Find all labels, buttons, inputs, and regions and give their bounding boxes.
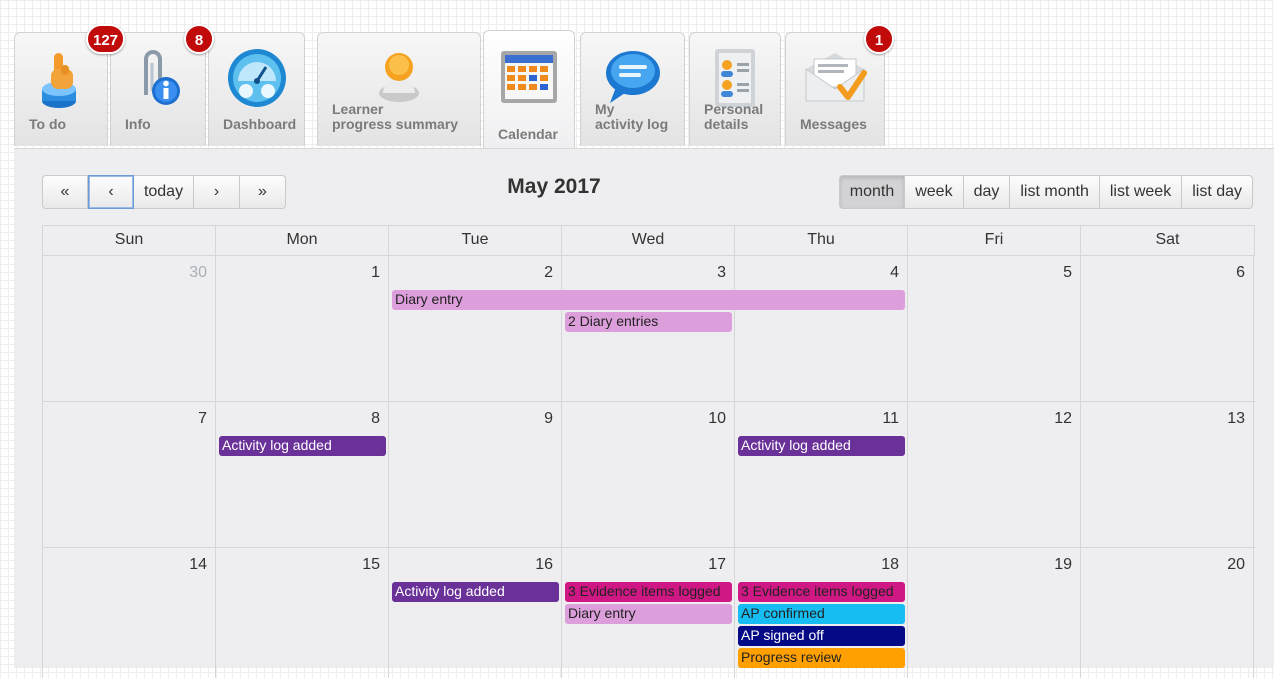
day-cell[interactable]: 8 bbox=[216, 402, 389, 547]
envelope-check-icon bbox=[802, 47, 868, 112]
day-number: 9 bbox=[544, 410, 553, 427]
info-paperclip-icon bbox=[132, 47, 184, 118]
next-month-button[interactable]: › bbox=[194, 175, 240, 209]
day-cell[interactable]: 13 bbox=[1081, 402, 1254, 547]
day-number: 14 bbox=[189, 556, 207, 573]
calendar-event[interactable]: Activity log added bbox=[392, 582, 559, 602]
tab-calendar[interactable]: Calendar bbox=[483, 30, 575, 148]
tab-label: Learner progress summary bbox=[332, 101, 459, 132]
calendar-event[interactable]: AP signed off bbox=[738, 626, 905, 646]
day-number: 15 bbox=[362, 556, 380, 573]
calendar-grid-icon bbox=[499, 49, 559, 110]
calendar-event[interactable]: 3 Evidence items logged bbox=[565, 582, 732, 602]
day-cell[interactable]: 1 bbox=[216, 256, 389, 401]
weekday-sun: Sun bbox=[43, 226, 216, 255]
day-cell[interactable]: 20 bbox=[1081, 548, 1254, 678]
view-list-day-button[interactable]: list day bbox=[1182, 175, 1253, 209]
view-week-button[interactable]: week bbox=[905, 175, 964, 209]
calendar-event[interactable]: Progress review bbox=[738, 648, 905, 668]
day-number: 1 bbox=[371, 264, 380, 281]
day-cell[interactable]: 14 bbox=[43, 548, 216, 678]
today-button[interactable]: today bbox=[134, 175, 194, 209]
next-year-button[interactable]: » bbox=[240, 175, 286, 209]
day-cell[interactable]: 12 bbox=[908, 402, 1081, 547]
tab-personal-details[interactable]: Personal details bbox=[689, 32, 781, 146]
day-cell[interactable]: 2 bbox=[389, 256, 562, 401]
day-number: 16 bbox=[535, 556, 553, 573]
calendar-event[interactable]: AP confirmed bbox=[738, 604, 905, 624]
day-cell[interactable]: 4 bbox=[735, 256, 908, 401]
tab-learner-progress-summary[interactable]: Learner progress summary bbox=[317, 32, 481, 146]
calendar-title: May 2017 bbox=[507, 175, 601, 198]
day-cell[interactable]: 7 bbox=[43, 402, 216, 547]
touch-hand-icon bbox=[39, 47, 83, 118]
day-cell[interactable]: 19 bbox=[908, 548, 1081, 678]
calendar-event[interactable]: 3 Evidence items logged bbox=[738, 582, 905, 602]
day-number: 5 bbox=[1063, 264, 1072, 281]
calendar-event[interactable]: Activity log added bbox=[219, 436, 386, 456]
day-number: 6 bbox=[1236, 264, 1245, 281]
weekday-mon: Mon bbox=[216, 226, 389, 255]
calendar-event[interactable]: 2 Diary entries bbox=[565, 312, 732, 332]
tab-label: To do bbox=[29, 116, 67, 132]
weekday-thu: Thu bbox=[735, 226, 908, 255]
todo-count-badge: 127 bbox=[86, 24, 126, 54]
dashboard-gauge-icon bbox=[226, 47, 288, 114]
view-list-week-button[interactable]: list week bbox=[1099, 175, 1183, 209]
weekday-fri: Fri bbox=[908, 226, 1081, 255]
tab-label: Personal details bbox=[704, 101, 764, 132]
day-cell[interactable]: 9 bbox=[389, 402, 562, 547]
day-cell[interactable]: 5 bbox=[908, 256, 1081, 401]
day-cell[interactable]: 30 bbox=[43, 256, 216, 401]
day-number: 10 bbox=[708, 410, 726, 427]
month-grid: Sun Mon Tue Wed Thu Fri Sat 30 1 2 3 4 5… bbox=[42, 225, 1255, 678]
prev-year-button[interactable]: « bbox=[42, 175, 88, 209]
day-cell[interactable]: 10 bbox=[562, 402, 735, 547]
calendar-event[interactable]: Diary entry bbox=[565, 604, 732, 624]
day-number: 20 bbox=[1227, 556, 1245, 573]
weekday-sat: Sat bbox=[1081, 226, 1255, 255]
day-number: 11 bbox=[882, 410, 899, 427]
week-row: 7 8 9 10 11 12 13 Activity log added Acti… bbox=[43, 402, 1255, 548]
day-number: 7 bbox=[198, 410, 207, 427]
week-row: 30 1 2 3 4 5 6 Diary entry 2 Diary entrie… bbox=[43, 256, 1255, 402]
day-number: 4 bbox=[890, 264, 899, 281]
tab-label: Messages bbox=[800, 116, 867, 132]
calendar-panel: « ‹ today › » May 2017 month week day li… bbox=[14, 148, 1274, 678]
day-cell[interactable]: 15 bbox=[216, 548, 389, 678]
day-number: 17 bbox=[708, 556, 726, 573]
tab-my-activity-log[interactable]: My activity log bbox=[580, 32, 685, 146]
view-month-button[interactable]: month bbox=[838, 175, 906, 209]
messages-count-badge: 1 bbox=[864, 24, 894, 54]
day-number: 18 bbox=[881, 556, 899, 573]
day-number: 13 bbox=[1227, 410, 1245, 427]
prev-month-button[interactable]: ‹ bbox=[88, 175, 134, 209]
tab-label: Calendar bbox=[498, 126, 558, 142]
calendar-view-buttons: month week day list month list week list… bbox=[838, 175, 1253, 209]
weekday-tue: Tue bbox=[389, 226, 562, 255]
weekday-wed: Wed bbox=[562, 226, 735, 255]
day-number: 8 bbox=[371, 410, 380, 427]
info-count-badge: 8 bbox=[184, 24, 214, 54]
tab-label: Dashboard bbox=[223, 116, 297, 132]
day-cell[interactable]: 16 bbox=[389, 548, 562, 678]
day-number: 19 bbox=[1054, 556, 1072, 573]
tab-label: Info bbox=[125, 116, 151, 132]
week-row: 14 15 16 17 18 19 20 Activity log added 3… bbox=[43, 548, 1255, 678]
day-number: 12 bbox=[1054, 410, 1072, 427]
view-day-button[interactable]: day bbox=[963, 175, 1011, 209]
day-cell[interactable]: 6 bbox=[1081, 256, 1254, 401]
learner-user-icon bbox=[375, 47, 423, 108]
day-cell[interactable]: 11 bbox=[735, 402, 908, 547]
calendar-event[interactable]: Diary entry bbox=[392, 290, 905, 310]
day-number: 2 bbox=[544, 264, 553, 281]
weekday-header: Sun Mon Tue Wed Thu Fri Sat bbox=[43, 225, 1255, 256]
calendar-nav-buttons: « ‹ today › » bbox=[42, 175, 286, 209]
tab-label: My activity log bbox=[595, 101, 669, 132]
day-number: 3 bbox=[717, 264, 726, 281]
tab-dashboard[interactable]: Dashboard bbox=[208, 32, 305, 146]
day-number: 30 bbox=[189, 264, 207, 281]
calendar-event[interactable]: Activity log added bbox=[738, 436, 905, 456]
view-list-month-button[interactable]: list month bbox=[1010, 175, 1100, 209]
